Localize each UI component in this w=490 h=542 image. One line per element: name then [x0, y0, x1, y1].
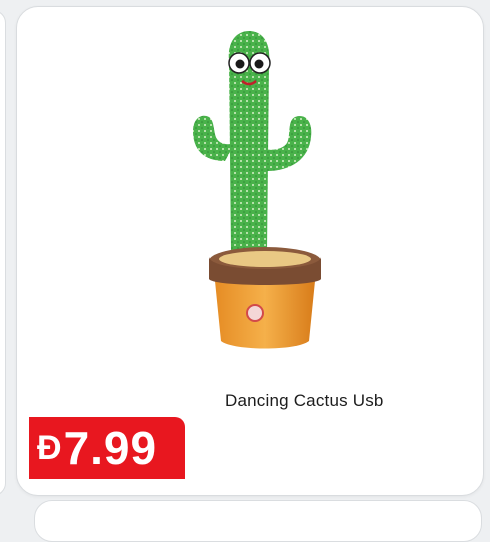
- currency-symbol: Đ: [37, 428, 62, 467]
- dancing-cactus-image: [193, 31, 321, 349]
- product-title[interactable]: Dancing Cactus Usb: [225, 391, 384, 411]
- price-badge: Đ 7.99: [29, 417, 185, 479]
- price-amount: 7.99: [63, 422, 158, 474]
- previous-product-card[interactable]: [0, 10, 6, 496]
- next-product-card[interactable]: [34, 500, 482, 542]
- product-card[interactable]: Dancing Cactus Usb Đ 7.99: [16, 6, 484, 496]
